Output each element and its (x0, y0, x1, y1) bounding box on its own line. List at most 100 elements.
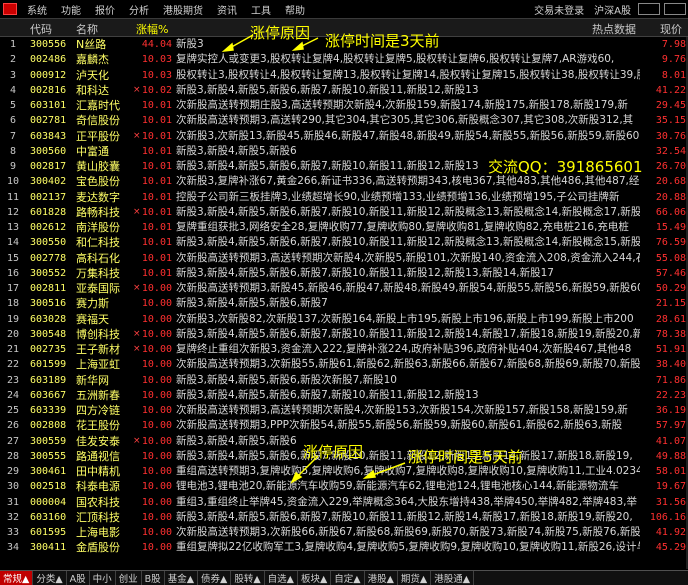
change-pct: 10.00 (141, 481, 172, 493)
menu-item-tools[interactable]: 工具 (244, 2, 278, 17)
change-pct: 10.00 (141, 374, 172, 386)
bottom-tab[interactable]: 债券▲ (198, 571, 232, 585)
table-row[interactable]: 18 300516 赛力斯 10.00 新股3,新股4,新股5,新股6,新股7 21.15 (0, 296, 688, 311)
stock-code: 300411 (30, 542, 67, 554)
table-row[interactable]: 30 002518 科泰电源 10.00 锂电池3,锂电池20,新能源汽车收购59,新能… (0, 479, 688, 494)
menu-item-help[interactable]: 帮助 (278, 2, 312, 17)
row-index: 22 (6, 359, 20, 371)
change-pct: 10.00 (141, 389, 172, 401)
minimize-icon[interactable] (638, 3, 660, 15)
stock-name: 赛福天 (76, 312, 109, 326)
row-index: 7 (9, 130, 17, 142)
change-pct: 10.01 (141, 206, 172, 218)
table-row[interactable]: 3 000912 泸天化 10.03 股权转让3,股权转让4,股权转让复牌13,股权转让… (0, 68, 688, 83)
table-row[interactable]: 34 300411 金盾股份 10.00 重组复牌拟22亿收购军工3,复牌收购4,复牌收… (0, 540, 688, 555)
current-price: 7.98 (661, 39, 686, 50)
bottom-tab[interactable]: 港股▲ (365, 571, 398, 585)
hot-data: 新股3,新股4,新股5,新股6,新股7,新股10,新股11,新股12,新股14,… (176, 327, 640, 340)
table-row[interactable]: 23 603189 新华网 10.00 新股3,新股4,新股5,新股6,新股次新股7,新… (0, 373, 688, 388)
change-pct: 10.01 (141, 252, 172, 264)
bottom-tab[interactable]: 分类▲ (33, 571, 67, 585)
table-row[interactable]: 26 002808 花王股份 10.00 次新股高送转预期3,PPP次新股54,新股55… (0, 418, 688, 433)
change-pct: 10.00 (141, 420, 172, 432)
table-row[interactable]: 33 601595 上海电影 10.00 次新股高送转预期3,次新股66,新股67,新股… (0, 525, 688, 540)
row-index: 34 (6, 542, 20, 554)
bottom-tab[interactable]: 创业 (116, 571, 142, 585)
hot-data: 锂电池3,锂电池20,新能源汽车收购59,新能源汽车62,锂电池124,锂电池核… (176, 480, 619, 493)
row-index: 1 (9, 39, 17, 50)
close-icon[interactable] (664, 3, 686, 15)
trade-login-status[interactable]: 交易未登录 (529, 2, 589, 17)
row-index: 4 (9, 84, 17, 96)
header-name[interactable]: 名称 (76, 21, 98, 37)
hot-data: 次新股高送转预期3,次新股55,新股61,新股62,新股63,新股66,新股67… (176, 358, 640, 371)
menu-item-hk-futures[interactable]: 港股期货 (156, 2, 210, 17)
header-hot-data[interactable]: 热点数据 (592, 21, 636, 37)
table-row[interactable]: 29 300461 田中精机 10.00 重组高送转预期3,复牌收购5,复牌收购6,复牌… (0, 464, 688, 479)
table-row[interactable]: 20 300548 博创科技 × 10.00 新股3,新股4,新股5,新股6,新股7,新股… (0, 327, 688, 342)
stock-code: 603843 (30, 130, 67, 142)
row-index: 10 (6, 176, 20, 188)
menu-item-quote[interactable]: 报价 (88, 2, 122, 17)
table-row[interactable]: 16 300552 万集科技 10.01 新股3,新股4,新股5,新股6,新股7,新股1… (0, 266, 688, 281)
hot-data: 次新股高送转预期3,高送转预期次新股4,次新股5,新股101,次新股140,资金… (176, 251, 640, 264)
stock-name: 宝色股份 (76, 175, 120, 189)
table-row[interactable]: 19 603028 赛福天 10.00 次新股3,次新股82,次新股137,次新股164… (0, 312, 688, 327)
bottom-tab[interactable]: B股 (142, 571, 165, 585)
row-index: 33 (6, 527, 20, 538)
bottom-tab[interactable]: 板块▲ (298, 571, 332, 585)
table-row[interactable]: 25 603339 四方冷链 10.00 次新股高送转预期3,高送转预期次新股4,次新股… (0, 403, 688, 418)
hot-data: 次新股高送转预期3,高送转290,其它304,其它305,其它306,新股概念3… (176, 114, 634, 127)
stock-name: 泸天化 (76, 68, 109, 82)
stock-code: 603189 (30, 374, 67, 386)
header-price[interactable]: 现价 (660, 21, 682, 37)
table-row[interactable]: 11 002137 麦达数字 10.01 控股子公司新三板挂牌3,业绩超增长90,业绩预… (0, 190, 688, 205)
table-row[interactable]: 22 601599 上海亚虹 10.00 次新股高送转预期3,次新股55,新股61,新股… (0, 357, 688, 372)
hot-data: 复牌重组获批3,网络安全28,复牌收购77,复牌收购80,复牌收购81,复牌收购… (176, 221, 629, 233)
stock-name: 四方冷链 (76, 404, 120, 417)
bottom-tab[interactable]: 自定▲ (331, 571, 365, 585)
hot-data: 新股3,新股4,新股5,新股6,新股7,新股10,新股11,新股12,新股14,… (176, 510, 633, 523)
bottom-tab[interactable]: 基金▲ (165, 571, 198, 585)
stock-name: 嘉麟杰 (76, 53, 109, 67)
table-row[interactable]: 17 002811 亚泰国际 × 10.00 次新股高送转预期3,新股45,新股46,新股… (0, 281, 688, 296)
bottom-tab[interactable]: A股 (67, 571, 90, 585)
bottom-tab[interactable]: 中小 (90, 571, 116, 585)
menu-item-analysis[interactable]: 分析 (122, 2, 156, 17)
header-code[interactable]: 代码 (30, 21, 52, 37)
menu-item-news[interactable]: 资讯 (210, 2, 244, 17)
menu-item-system[interactable]: 系统 (20, 2, 54, 17)
stock-code: 000912 (30, 69, 67, 81)
table-row[interactable]: 14 300550 和仁科技 10.01 新股3,新股4,新股5,新股6,新股7,新股1… (0, 235, 688, 250)
table-row[interactable]: 24 603667 五洲新春 10.00 新股3,新股4,新股5,新股6,新股7,新股1… (0, 388, 688, 403)
table-row[interactable]: 21 002735 王子新材 × 10.00 复牌终止重组次新股3,资金流入222,复牌补… (0, 342, 688, 357)
table-row[interactable]: 31 000004 国农科技 10.00 重组3,重组终止举牌45,资金流入229,举牌… (0, 495, 688, 510)
stock-code: 002518 (30, 481, 67, 493)
table-row[interactable]: 6 002781 奇信股份 10.01 次新股高送转预期3,高送转290,其它304,其… (0, 113, 688, 128)
header-change-pct[interactable]: 涨幅% (136, 21, 168, 37)
table-row[interactable]: 4 002816 和科达 × 10.02 新股3,新股4,新股5,新股6,新股7,新股10… (0, 83, 688, 98)
table-row[interactable]: 2 002486 嘉麟杰 10.03 复牌实控人或变更3,股权转让复牌4,股权转让复牌5… (0, 52, 688, 67)
table-row[interactable]: 12 601828 路畅科技 × 10.01 新股3,新股4,新股5,新股6,新股7,新股… (0, 205, 688, 220)
change-pct: 10.01 (141, 237, 172, 249)
change-pct: 10.00 (141, 435, 172, 447)
hot-data: 重组3,重组终止举牌45,资金流入229,举牌概念364,大股东增持438,举牌… (176, 495, 637, 508)
table-row[interactable]: 5 603101 汇嘉时代 10.01 次新股高送转预期庄股3,高送转预期次新股4,次新… (0, 98, 688, 113)
row-index: 19 (6, 313, 20, 325)
bottom-tab[interactable]: 常规▲ (0, 571, 34, 585)
table-row[interactable]: 15 002778 高科石化 10.01 次新股高送转预期3,高送转预期次新股4,次新股… (0, 251, 688, 266)
stock-name: 奇信股份 (76, 114, 120, 128)
bottom-tab[interactable]: 期货▲ (398, 571, 432, 585)
bottom-tab[interactable]: 港股通▲ (431, 571, 474, 585)
hot-data: 新股3,新股4,新股5,新股6,新股7,新股10,新股11,新股12,新股概念1… (176, 205, 640, 218)
table-row[interactable]: 7 603843 正平股份 × 10.01 次新股3,次新股13,新股45,新股46,新股… (0, 129, 688, 144)
table-row[interactable]: 13 002612 南洋股份 10.01 复牌重组获批3,网络安全28,复牌收购77,复… (0, 220, 688, 235)
bottom-tab[interactable]: 自选▲ (265, 571, 298, 585)
hot-data: 控股子公司新三板挂牌3,业绩超增长90,业绩预增133,业绩预增136,业绩预增… (176, 190, 620, 203)
bottom-tab[interactable]: 股转▲ (231, 571, 265, 585)
stock-code: 002816 (30, 84, 67, 96)
stock-code: 603160 (30, 511, 67, 523)
menu-item-function[interactable]: 功能 (54, 2, 88, 17)
stock-code: 002137 (30, 191, 67, 203)
table-row[interactable]: 32 603160 汇顶科技 10.00 新股3,新股4,新股5,新股6,新股7,新股1… (0, 510, 688, 525)
